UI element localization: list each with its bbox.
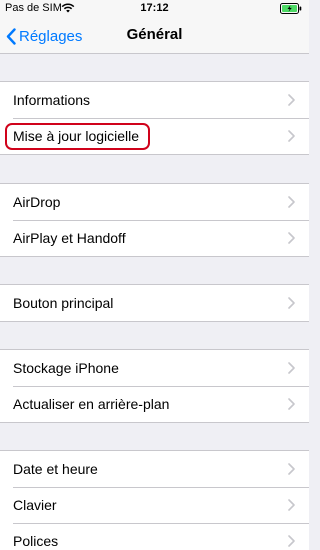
status-bar: Pas de SIM 17:12 xyxy=(0,0,309,18)
settings-item-label: Bouton principal xyxy=(13,295,114,311)
settings-group-about: Informations Mise à jour logicielle xyxy=(0,81,309,155)
status-time: 17:12 xyxy=(140,2,169,14)
settings-group-home-button: Bouton principal xyxy=(0,284,309,322)
chevron-right-icon xyxy=(288,232,295,244)
settings-item-label: Mise à jour logicielle xyxy=(13,128,140,144)
settings-item-label: AirPlay et Handoff xyxy=(13,230,126,246)
chevron-right-icon xyxy=(288,196,295,208)
settings-item-informations[interactable]: Informations xyxy=(0,82,309,118)
battery-charging-icon xyxy=(280,3,302,17)
settings-item-fonts[interactable]: Polices xyxy=(0,523,309,550)
settings-item-home-button[interactable]: Bouton principal xyxy=(0,285,309,321)
settings-item-label: Clavier xyxy=(13,497,57,513)
settings-item-airplay-handoff[interactable]: AirPlay et Handoff xyxy=(0,220,309,256)
settings-item-label: Polices xyxy=(13,533,59,549)
settings-group-locale: Date et heure Clavier Polices xyxy=(0,450,309,550)
settings-item-label: Stockage iPhone xyxy=(13,360,119,376)
navigation-bar: Réglages Général xyxy=(0,18,309,54)
settings-item-iphone-storage[interactable]: Stockage iPhone xyxy=(0,350,309,386)
settings-item-label: Informations xyxy=(13,92,91,108)
settings-item-label: AirDrop xyxy=(13,194,61,210)
settings-item-keyboard[interactable]: Clavier xyxy=(0,487,309,523)
settings-item-date-time[interactable]: Date et heure xyxy=(0,451,309,487)
settings-item-software-update[interactable]: Mise à jour logicielle xyxy=(0,118,309,154)
chevron-right-icon xyxy=(288,130,295,142)
settings-item-airdrop[interactable]: AirDrop xyxy=(0,184,309,220)
settings-item-background-refresh[interactable]: Actualiser en arrière-plan xyxy=(0,386,309,422)
settings-group-storage: Stockage iPhone Actualiser en arrière-pl… xyxy=(0,349,309,423)
chevron-right-icon xyxy=(288,398,295,410)
chevron-right-icon xyxy=(288,297,295,309)
chevron-right-icon xyxy=(288,463,295,475)
chevron-right-icon xyxy=(288,94,295,106)
chevron-right-icon xyxy=(288,362,295,374)
settings-group-sharing: AirDrop AirPlay et Handoff xyxy=(0,183,309,257)
chevron-right-icon xyxy=(288,499,295,511)
page-title: Général xyxy=(126,26,183,43)
chevron-right-icon xyxy=(288,535,295,547)
settings-item-label: Date et heure xyxy=(13,461,98,477)
settings-item-label: Actualiser en arrière-plan xyxy=(13,396,170,412)
